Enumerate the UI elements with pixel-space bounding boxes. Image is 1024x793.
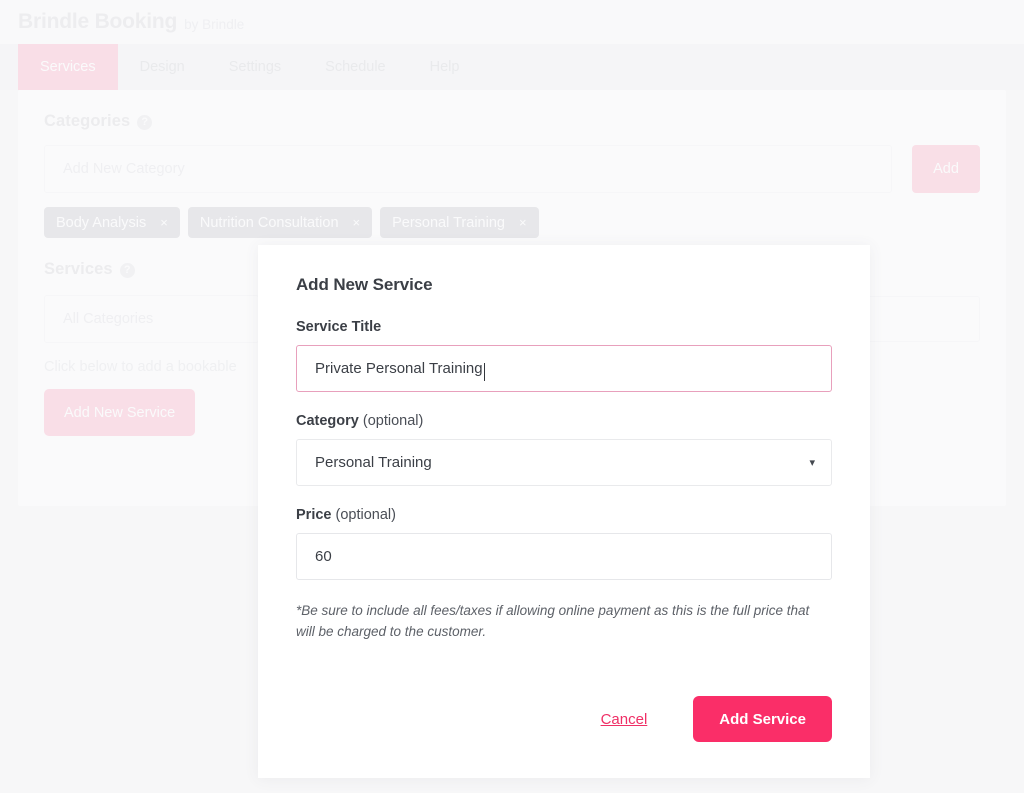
- price-optional-text: (optional): [331, 507, 396, 523]
- category-label: Category (optional): [296, 413, 832, 429]
- service-title-input[interactable]: Private Personal Training: [296, 345, 832, 392]
- category-field: Category (optional) Personal Training ▾: [296, 413, 832, 486]
- service-title-label: Service Title: [296, 319, 382, 335]
- category-select-value: Personal Training: [315, 454, 432, 471]
- modal-title: Add New Service: [296, 275, 433, 294]
- price-label-text: Price: [296, 507, 332, 523]
- price-note: *Be sure to include all fees/taxes if al…: [296, 603, 810, 639]
- modal-footer: Cancel Add Service: [601, 696, 832, 742]
- add-service-submit-button[interactable]: Add Service: [693, 696, 832, 742]
- add-service-modal: Add New Service Service Title Private Pe…: [258, 245, 870, 778]
- category-label-text: Category: [296, 413, 359, 429]
- price-value: 60: [315, 548, 332, 565]
- price-field: Price (optional) 60: [296, 507, 832, 580]
- category-optional-text: (optional): [358, 413, 424, 429]
- price-label: Price (optional): [296, 507, 832, 523]
- chevron-down-icon: ▾: [809, 457, 815, 469]
- text-cursor: [483, 362, 485, 381]
- category-select[interactable]: Personal Training ▾: [296, 439, 832, 486]
- service-title-value: Private Personal Training: [315, 360, 483, 377]
- service-title-field: Service Title Private Personal Training: [296, 319, 832, 392]
- price-input[interactable]: 60: [296, 533, 832, 580]
- cancel-button[interactable]: Cancel: [601, 711, 648, 728]
